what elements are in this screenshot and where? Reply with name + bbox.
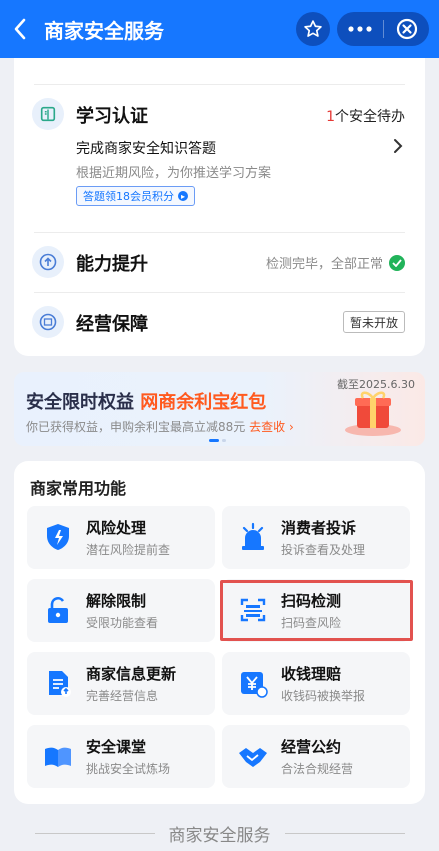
tile-business-pact[interactable]: 经营公约 合法合规经营 bbox=[222, 725, 410, 788]
divider bbox=[34, 292, 405, 293]
more-dots-icon bbox=[348, 26, 372, 32]
document-icon bbox=[49, 671, 71, 697]
divider bbox=[34, 84, 405, 85]
learn-description: 根据近期风险，为你推送学习方案 bbox=[76, 166, 272, 181]
tile-subtitle: 投诉查看及处理 bbox=[281, 543, 366, 557]
footer-line bbox=[34, 832, 155, 834]
ability-icon-badge bbox=[32, 246, 64, 278]
banner-pager bbox=[209, 439, 226, 442]
chevron-right-icon bbox=[394, 139, 403, 153]
banner-go-link[interactable]: 去查收 › bbox=[249, 420, 294, 434]
tile-subtitle: 挑战安全试炼场 bbox=[86, 762, 171, 776]
nav-bar: 商家安全服务 bbox=[0, 0, 439, 58]
play-icon: ▸ bbox=[178, 191, 188, 201]
not-open-badge: 暂未开放 bbox=[342, 311, 405, 333]
book-icon bbox=[40, 106, 56, 122]
alarm-icon bbox=[242, 522, 264, 550]
ability-status-text: 检测完毕，全部正常 bbox=[265, 257, 383, 272]
tile-security-class[interactable]: 安全课堂 挑战安全试炼场 bbox=[27, 725, 215, 788]
tile-subtitle: 潜在风险提前查 bbox=[86, 543, 171, 557]
todo-count[interactable]: 1个安全待办 bbox=[326, 106, 405, 126]
section-title: 商家常用功能 bbox=[30, 479, 127, 498]
banner-go-label: 去查收 bbox=[249, 420, 286, 434]
banner-title-b: 网商余利宝红包 bbox=[140, 392, 267, 413]
book-icon bbox=[45, 747, 71, 767]
tile-title: 解除限制 bbox=[86, 592, 147, 610]
tile-title: 安全课堂 bbox=[86, 738, 147, 756]
tile-title: 收钱理赔 bbox=[281, 665, 342, 683]
tile-title: 商家信息更新 bbox=[86, 665, 177, 683]
unlock-icon bbox=[48, 597, 68, 623]
back-button[interactable] bbox=[0, 0, 40, 58]
close-circle-icon bbox=[396, 18, 417, 40]
favorite-button[interactable] bbox=[296, 12, 330, 46]
tile-subtitle: 受限功能查看 bbox=[86, 616, 159, 630]
banner-sub-text: 你已获得权益，申购余利宝最高立减88元 bbox=[26, 420, 246, 434]
banner-title-a: 安全限时权益 bbox=[26, 392, 134, 413]
banner-title: 安全限时权益 网商余利宝红包 bbox=[26, 388, 266, 414]
tile-title: 风险处理 bbox=[86, 519, 147, 537]
todo-text: 个安全待办 bbox=[335, 109, 405, 125]
footer-line bbox=[284, 832, 405, 834]
mini-program-capsule bbox=[337, 12, 429, 46]
guarantee-icon bbox=[39, 313, 57, 331]
check-icon bbox=[389, 254, 405, 271]
promo-banner[interactable]: 截至2025.6.30 安全限时权益 网商余利宝红包 你已获得权益，申购余利宝最… bbox=[14, 372, 425, 446]
divider bbox=[34, 232, 405, 233]
guarantee-icon-badge bbox=[32, 306, 64, 338]
points-tag-label: 答题领18会员积分 bbox=[83, 190, 174, 203]
tile-subtitle: 完善经营信息 bbox=[86, 689, 159, 703]
learn-chevron[interactable] bbox=[393, 138, 403, 158]
footer: 商家安全服务 bbox=[14, 822, 425, 846]
tile-title: 经营公约 bbox=[281, 738, 342, 756]
learn-title: 学习认证 bbox=[76, 106, 148, 127]
security-overview-card: 学习认证 1个安全待办 完成商家安全知识答题 根据近期风险，为你推送学习方案 答… bbox=[14, 58, 425, 356]
tile-subtitle: 合法合规经营 bbox=[281, 762, 354, 776]
tile-subtitle: 扫码查风险 bbox=[281, 616, 342, 630]
tile-title: 消费者投诉 bbox=[281, 519, 357, 537]
shield-icon bbox=[47, 524, 69, 550]
tile-consumer-complaint[interactable]: 消费者投诉 投诉查看及处理 bbox=[222, 506, 410, 569]
close-button[interactable] bbox=[384, 12, 429, 46]
more-button[interactable] bbox=[337, 12, 383, 46]
ability-title: 能力提升 bbox=[76, 254, 148, 275]
tile-subtitle: 收钱码被换举报 bbox=[281, 689, 366, 703]
learn-icon-badge bbox=[32, 98, 64, 130]
handshake-icon bbox=[239, 748, 267, 767]
tile-risk-handling[interactable]: 风险处理 潜在风险提前查 bbox=[27, 506, 215, 569]
upgrade-icon bbox=[39, 253, 57, 271]
tile-scan-detect[interactable]: 扫码检测 扫码查风险 bbox=[222, 579, 410, 642]
yuan-claim-icon bbox=[241, 672, 268, 698]
ability-status[interactable]: 检测完毕，全部正常 bbox=[266, 253, 405, 272]
back-arrow-icon bbox=[14, 18, 26, 40]
footer-text: 商家安全服务 bbox=[168, 825, 271, 846]
tile-payment-claim[interactable]: 收钱理赔 收钱码被换举报 bbox=[222, 652, 410, 715]
points-reward-tag[interactable]: 答题领18会员积分 ▸ bbox=[76, 186, 195, 206]
guarantee-title: 经营保障 bbox=[76, 314, 148, 335]
common-functions-card: 商家常用功能 风险处理 潜在风险提前查 消费者投诉 投诉查看及处理 解除限制 受… bbox=[14, 461, 425, 804]
todo-number: 1 bbox=[326, 109, 335, 125]
tile-remove-restriction[interactable]: 解除限制 受限功能查看 bbox=[27, 579, 215, 642]
scan-icon bbox=[240, 598, 266, 622]
banner-subtitle: 你已获得权益，申购余利宝最高立减88元 去查收 › bbox=[26, 418, 294, 435]
star-icon bbox=[304, 20, 322, 37]
tile-title: 扫码检测 bbox=[281, 592, 342, 610]
tile-merchant-info-update[interactable]: 商家信息更新 完善经营信息 bbox=[27, 652, 215, 715]
learn-task[interactable]: 完成商家安全知识答题 bbox=[76, 138, 216, 158]
red-packet-icon bbox=[343, 386, 403, 442]
page-title: 商家安全服务 bbox=[44, 18, 164, 43]
